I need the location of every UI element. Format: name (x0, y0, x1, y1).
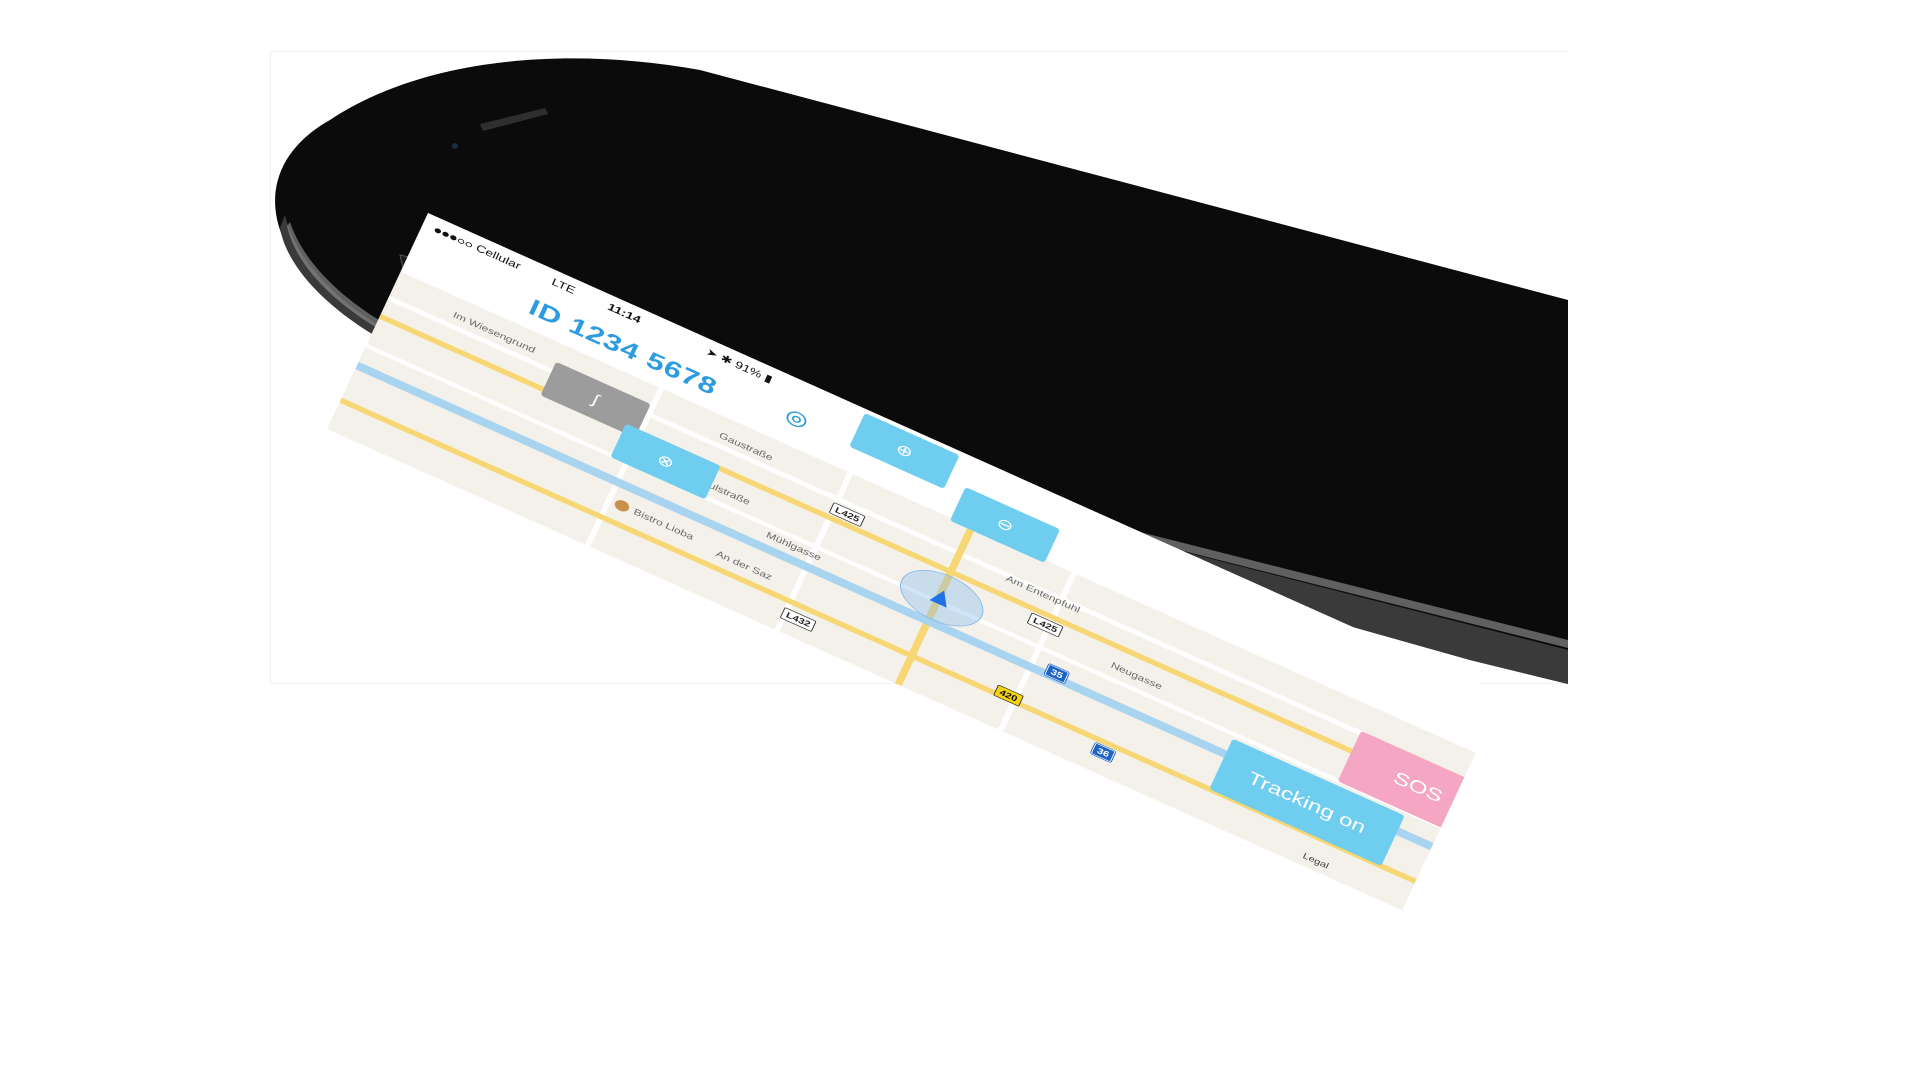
zoom-in-icon: ⊕ (893, 439, 916, 462)
network-label: LTE (549, 276, 578, 297)
bluetooth-icon: ✱ (718, 352, 735, 368)
restaurant-icon[interactable] (612, 497, 632, 514)
phone-mockup: Cellular LTE 11:14 ➤ ✱ 91% ▮ ID 1234 567… (0, 0, 1568, 911)
sos-label: SOS (1390, 766, 1447, 807)
location-services-icon: ➤ (704, 346, 720, 362)
zoom-out-icon: ⊖ (993, 513, 1017, 536)
crosshair-icon: ⊗ (654, 450, 678, 473)
route-icon: ∫ (589, 390, 602, 409)
battery-icon: ▮ (762, 372, 775, 386)
gear-icon[interactable] (779, 405, 813, 435)
